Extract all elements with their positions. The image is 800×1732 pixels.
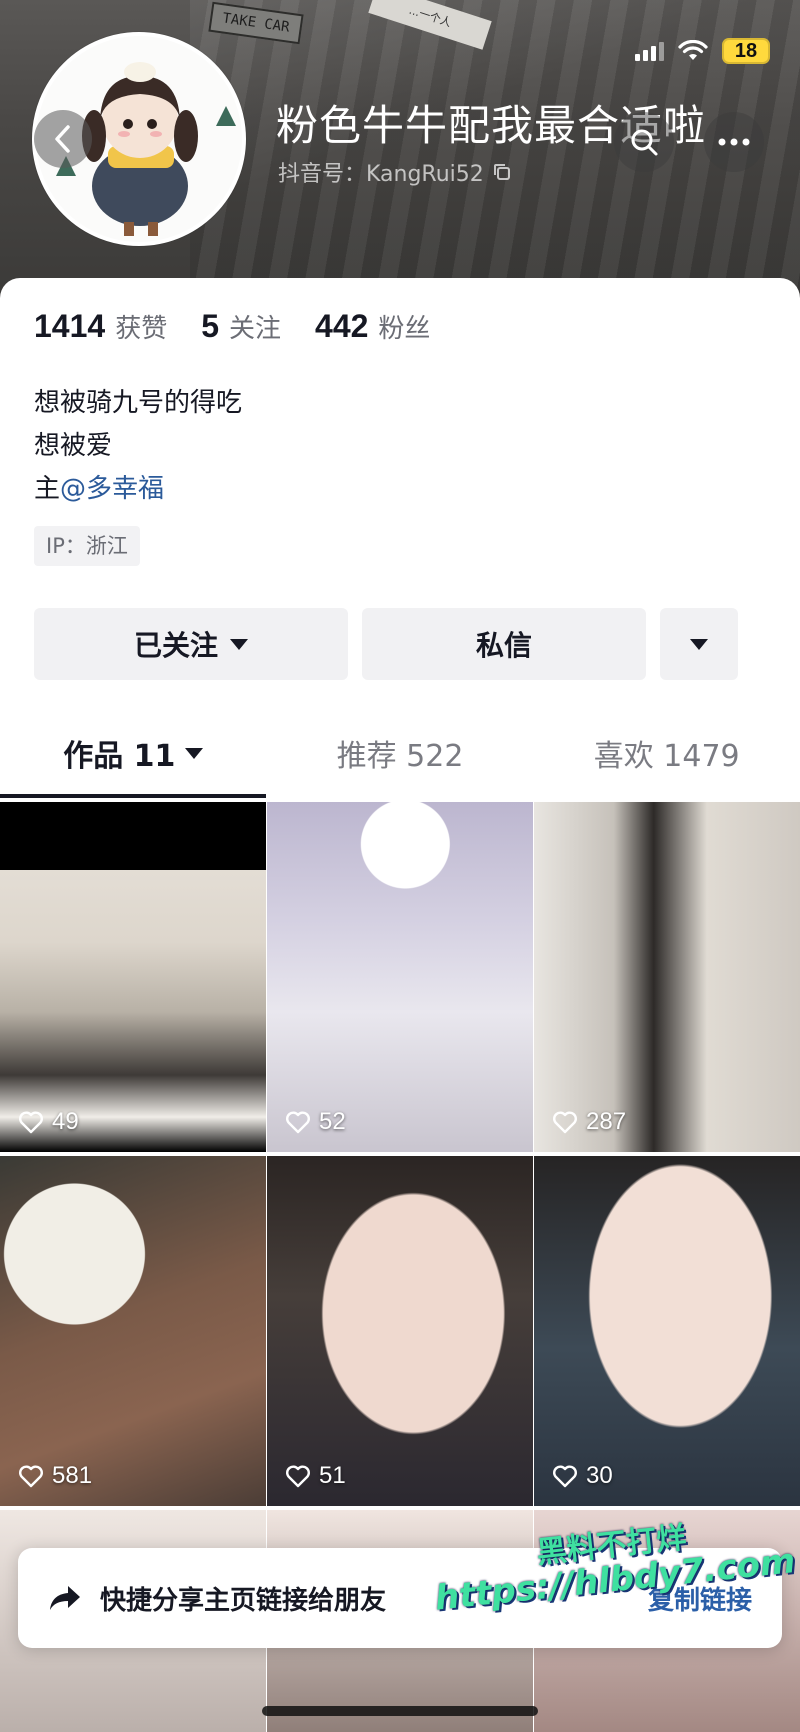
video-likes-count: 52: [319, 1108, 346, 1135]
heart-icon: [553, 1111, 577, 1134]
following-count[interactable]: 5: [201, 308, 219, 345]
heart-icon: [19, 1111, 43, 1134]
bio-line-3-prefix: 主: [34, 474, 61, 504]
message-button[interactable]: 私信: [362, 608, 646, 680]
home-indicator[interactable]: [262, 1706, 538, 1716]
following-button-label: 已关注: [133, 629, 218, 662]
chevron-left-icon: [55, 125, 70, 153]
video-thumbnail[interactable]: 581: [0, 1156, 266, 1506]
tab-recommend[interactable]: 推荐 522: [267, 708, 534, 798]
back-button[interactable]: [34, 110, 92, 168]
bio-line-2: 想被爱: [34, 431, 113, 461]
tab-works-label: 作品 11: [63, 739, 176, 774]
video-likes: 30: [552, 1462, 613, 1490]
profile-bio: 想被骑九号的得吃 想被爱 主@多幸福: [34, 382, 242, 511]
tab-likes-label: 喜欢 1479: [593, 739, 740, 774]
more-button[interactable]: [704, 112, 764, 172]
heart-icon: [286, 1465, 310, 1488]
action-buttons: 已关注 私信: [34, 608, 738, 680]
douyin-id[interactable]: 抖音号：KangRui52: [278, 156, 512, 188]
message-button-label: 私信: [475, 629, 532, 662]
status-bar: 18: [635, 38, 770, 64]
video-likes-count: 49: [52, 1108, 79, 1135]
caret-down-icon: [230, 638, 248, 650]
likes-count[interactable]: 1414: [34, 308, 105, 345]
video-likes: 49: [18, 1108, 79, 1136]
likes-label[interactable]: 获赞: [115, 308, 167, 345]
wifi-icon: [678, 40, 708, 60]
tab-recommend-label: 推荐 522: [336, 739, 464, 774]
share-arrow-icon: [50, 1586, 80, 1610]
following-button[interactable]: 已关注: [34, 608, 348, 680]
followers-count[interactable]: 442: [315, 308, 368, 345]
video-likes: 581: [18, 1462, 92, 1490]
video-thumbnail[interactable]: 287: [534, 802, 800, 1152]
video-thumbnail[interactable]: 51: [267, 1156, 533, 1506]
heart-icon: [19, 1465, 43, 1488]
heart-icon: [553, 1465, 577, 1488]
active-tab-indicator: [0, 794, 266, 798]
video-likes-count: 30: [586, 1462, 613, 1489]
ip-location-tag: IP：浙江: [34, 526, 140, 566]
more-dots-icon: [718, 138, 750, 146]
cellular-signal-icon: [635, 41, 664, 61]
video-likes: 52: [285, 1108, 346, 1136]
douyin-id-text: 抖音号：KangRui52: [278, 162, 484, 187]
profile-tabs: 作品 11 推荐 522 喜欢 1479: [0, 708, 800, 798]
battery-indicator: 18: [722, 38, 770, 64]
caret-down-icon: [185, 747, 204, 759]
tab-likes[interactable]: 喜欢 1479: [533, 708, 800, 798]
bio-line-1: 想被骑九号的得吃: [34, 388, 243, 418]
video-likes-count: 581: [52, 1462, 93, 1489]
video-thumbnail[interactable]: 49: [0, 802, 266, 1152]
caret-down-icon: [690, 638, 708, 650]
video-likes: 51: [285, 1462, 346, 1490]
video-likes-count: 51: [319, 1462, 346, 1489]
search-icon: [631, 129, 658, 156]
profile-banner: TAKE CAR ...一个人 18 粉色牛牛配我最合适啦 抖音号：KangRu…: [0, 0, 800, 300]
video-likes-count: 287: [586, 1108, 627, 1135]
video-likes: 287: [552, 1108, 626, 1136]
video-thumbnail[interactable]: 52: [267, 802, 533, 1152]
profile-stats: 1414 获赞 5 关注 442 粉丝: [34, 308, 464, 345]
search-button[interactable]: [614, 112, 674, 172]
heart-icon: [286, 1111, 310, 1134]
followers-label[interactable]: 粉丝: [378, 308, 430, 345]
following-label[interactable]: 关注: [229, 308, 281, 345]
bio-line-3: 主@多幸福: [34, 468, 242, 511]
more-actions-button[interactable]: [660, 608, 738, 680]
copy-icon[interactable]: [492, 162, 512, 182]
bio-mention-link[interactable]: @多幸福: [60, 474, 164, 504]
video-thumbnail[interactable]: 30: [534, 1156, 800, 1506]
tab-works[interactable]: 作品 11: [0, 708, 267, 798]
